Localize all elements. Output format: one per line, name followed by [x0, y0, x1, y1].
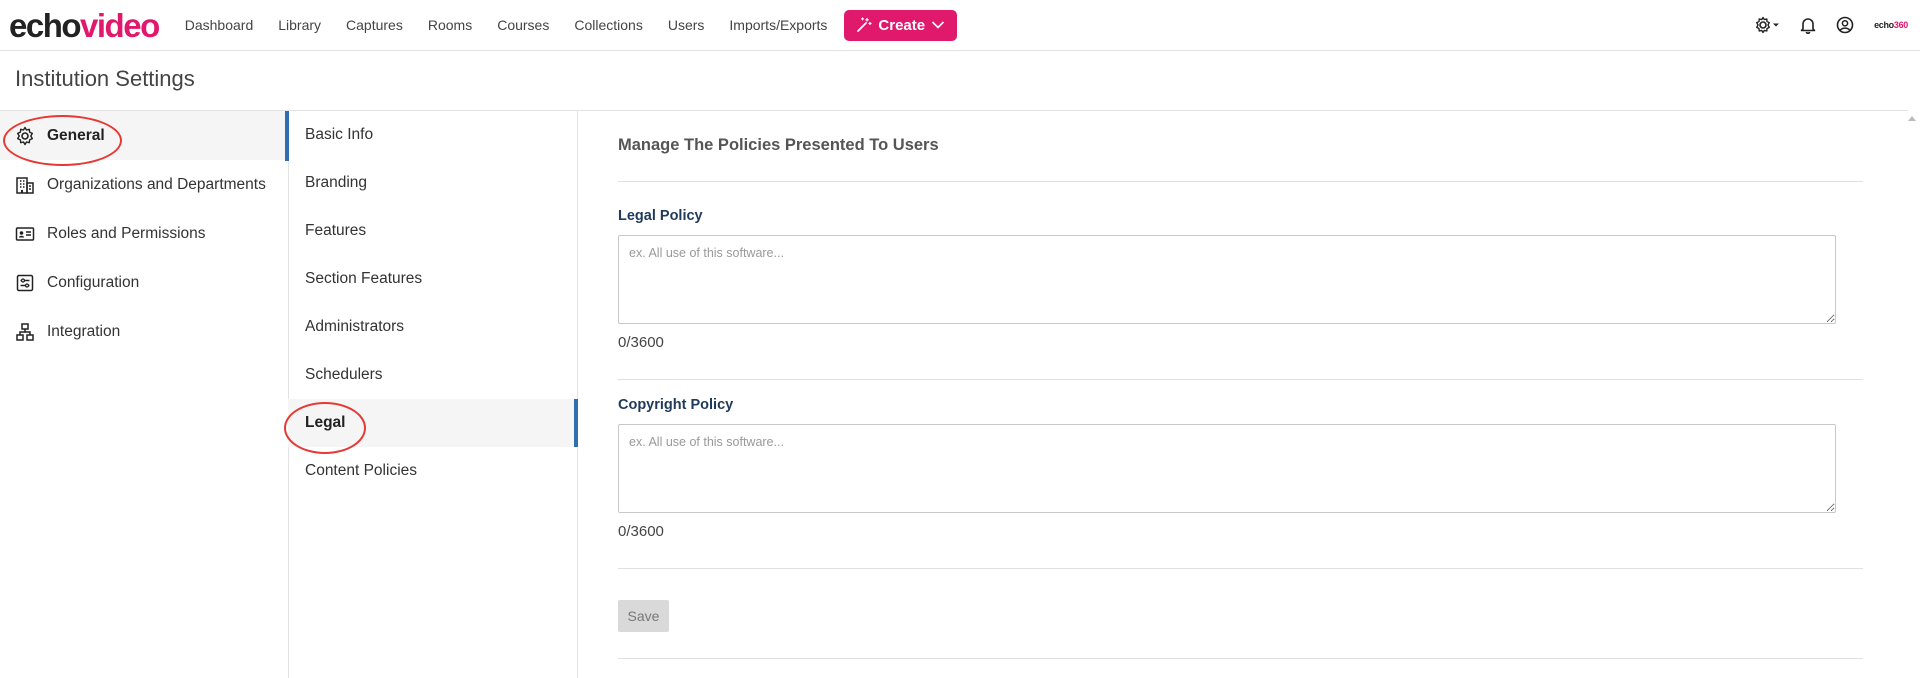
subnav-branding[interactable]: Branding	[288, 159, 577, 207]
subnav-schedulers[interactable]: Schedulers	[288, 351, 577, 399]
echovideo-logo[interactable]: echo video	[9, 9, 160, 42]
nav-imports-exports[interactable]: Imports/Exports	[729, 17, 827, 33]
nav-collections[interactable]: Collections	[574, 17, 642, 33]
sidebar-item-general[interactable]: General	[0, 111, 288, 160]
save-button[interactable]: Save	[618, 600, 669, 632]
create-label: Create	[878, 16, 926, 34]
building-icon	[14, 174, 36, 196]
id-card-icon	[14, 223, 36, 245]
sidebar-item-configuration[interactable]: Configuration	[0, 258, 288, 307]
gear-icon	[14, 125, 36, 147]
echo360-logo[interactable]: echo360	[1874, 20, 1908, 30]
legal-policy-label: Legal Policy	[618, 208, 703, 224]
legal-policy-textarea[interactable]	[618, 235, 1836, 324]
network-icon	[14, 321, 36, 343]
page-title: Institution Settings	[15, 66, 195, 91]
section-heading: Manage The Policies Presented To Users	[618, 136, 939, 154]
sidebar-item-integration[interactable]: Integration	[0, 307, 288, 356]
divider	[618, 568, 1863, 569]
divider	[618, 379, 1863, 380]
sidebar-item-roles[interactable]: Roles and Permissions	[0, 209, 288, 258]
scrollbar-up-arrow[interactable]	[1908, 116, 1916, 121]
general-subnav: Basic Info Branding Features Section Fea…	[285, 111, 578, 678]
sidebar-item-label: Integration	[47, 322, 121, 340]
chevron-down-icon	[931, 20, 945, 30]
sliders-icon	[14, 272, 36, 294]
legal-policy-counter: 0/3600	[618, 334, 664, 351]
header-actions: echo360	[1754, 0, 1908, 50]
divider	[618, 658, 1863, 659]
sidebar-item-label: General	[47, 126, 105, 144]
settings-sidebar: General Organizations and Departments Ro…	[0, 111, 289, 678]
nav-captures[interactable]: Captures	[346, 17, 403, 33]
nav-rooms[interactable]: Rooms	[428, 17, 472, 33]
nav-users[interactable]: Users	[668, 17, 705, 33]
copyright-policy-label: Copyright Policy	[618, 397, 734, 413]
main-nav: Dashboard Library Captures Rooms Courses…	[185, 0, 958, 50]
subnav-section-features[interactable]: Section Features	[288, 255, 577, 303]
divider	[618, 181, 1863, 182]
subnav-features[interactable]: Features	[288, 207, 577, 255]
settings-gear-icon[interactable]	[1754, 16, 1780, 34]
nav-dashboard[interactable]: Dashboard	[185, 17, 254, 33]
subnav-content-policies[interactable]: Content Policies	[288, 447, 577, 495]
bell-icon[interactable]	[1800, 16, 1816, 34]
sidebar-item-organizations[interactable]: Organizations and Departments	[0, 160, 288, 209]
copyright-policy-textarea[interactable]	[618, 424, 1836, 513]
sidebar-item-label: Configuration	[47, 273, 140, 291]
sidebar-item-label: Roles and Permissions	[47, 224, 206, 242]
create-button[interactable]: Create	[844, 9, 958, 41]
user-circle-icon[interactable]	[1836, 16, 1854, 34]
subnav-legal[interactable]: Legal	[288, 399, 578, 447]
nav-library[interactable]: Library	[278, 17, 321, 33]
nav-courses[interactable]: Courses	[497, 17, 549, 33]
magic-wand-icon	[856, 17, 873, 33]
sidebar-item-label: Organizations and Departments	[47, 175, 266, 193]
top-bar: echo video Dashboard Library Captures Roo…	[0, 0, 1920, 51]
copyright-policy-counter: 0/3600	[618, 523, 664, 540]
subnav-administrators[interactable]: Administrators	[288, 303, 577, 351]
subnav-basic-info[interactable]: Basic Info	[288, 111, 577, 159]
